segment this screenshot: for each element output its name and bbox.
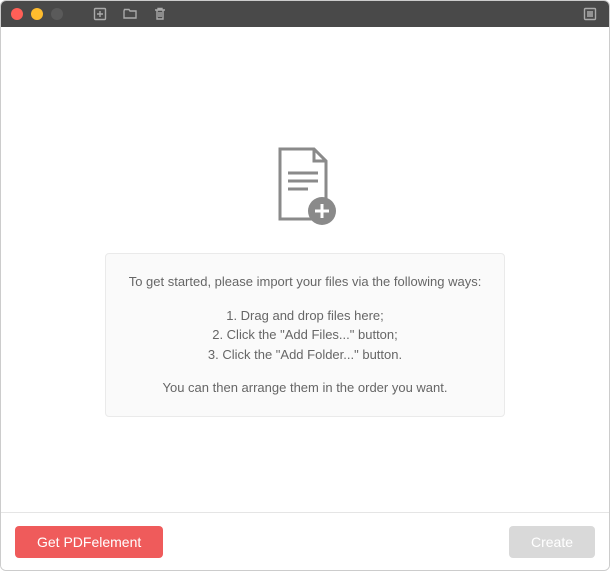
instruction-step-1: 1. Drag and drop files here; <box>126 306 484 326</box>
footer: Get PDFelement Create <box>1 512 609 570</box>
instruction-step-2: 2. Click the "Add Files..." button; <box>126 325 484 345</box>
main-content: To get started, please import your files… <box>1 27 609 512</box>
add-document-icon <box>270 147 340 227</box>
titlebar <box>1 1 609 27</box>
instructions-outro: You can then arrange them in the order y… <box>126 378 484 398</box>
get-pdfelement-button[interactable]: Get PDFelement <box>15 526 163 558</box>
maximize-window-button[interactable] <box>51 8 63 20</box>
app-window: To get started, please import your files… <box>0 0 610 571</box>
close-window-button[interactable] <box>11 8 23 20</box>
add-file-icon[interactable] <box>91 5 109 23</box>
toolbar-icons-right <box>581 5 599 23</box>
instructions-intro: To get started, please import your files… <box>126 272 484 292</box>
create-button[interactable]: Create <box>509 526 595 558</box>
folder-icon[interactable] <box>121 5 139 23</box>
list-icon[interactable] <box>581 5 599 23</box>
toolbar-icons-left <box>91 5 169 23</box>
trash-icon[interactable] <box>151 5 169 23</box>
instruction-step-3: 3. Click the "Add Folder..." button. <box>126 345 484 365</box>
instructions-steps: 1. Drag and drop files here; 2. Click th… <box>126 306 484 365</box>
minimize-window-button[interactable] <box>31 8 43 20</box>
traffic-lights <box>11 8 63 20</box>
instructions-box: To get started, please import your files… <box>105 253 505 417</box>
